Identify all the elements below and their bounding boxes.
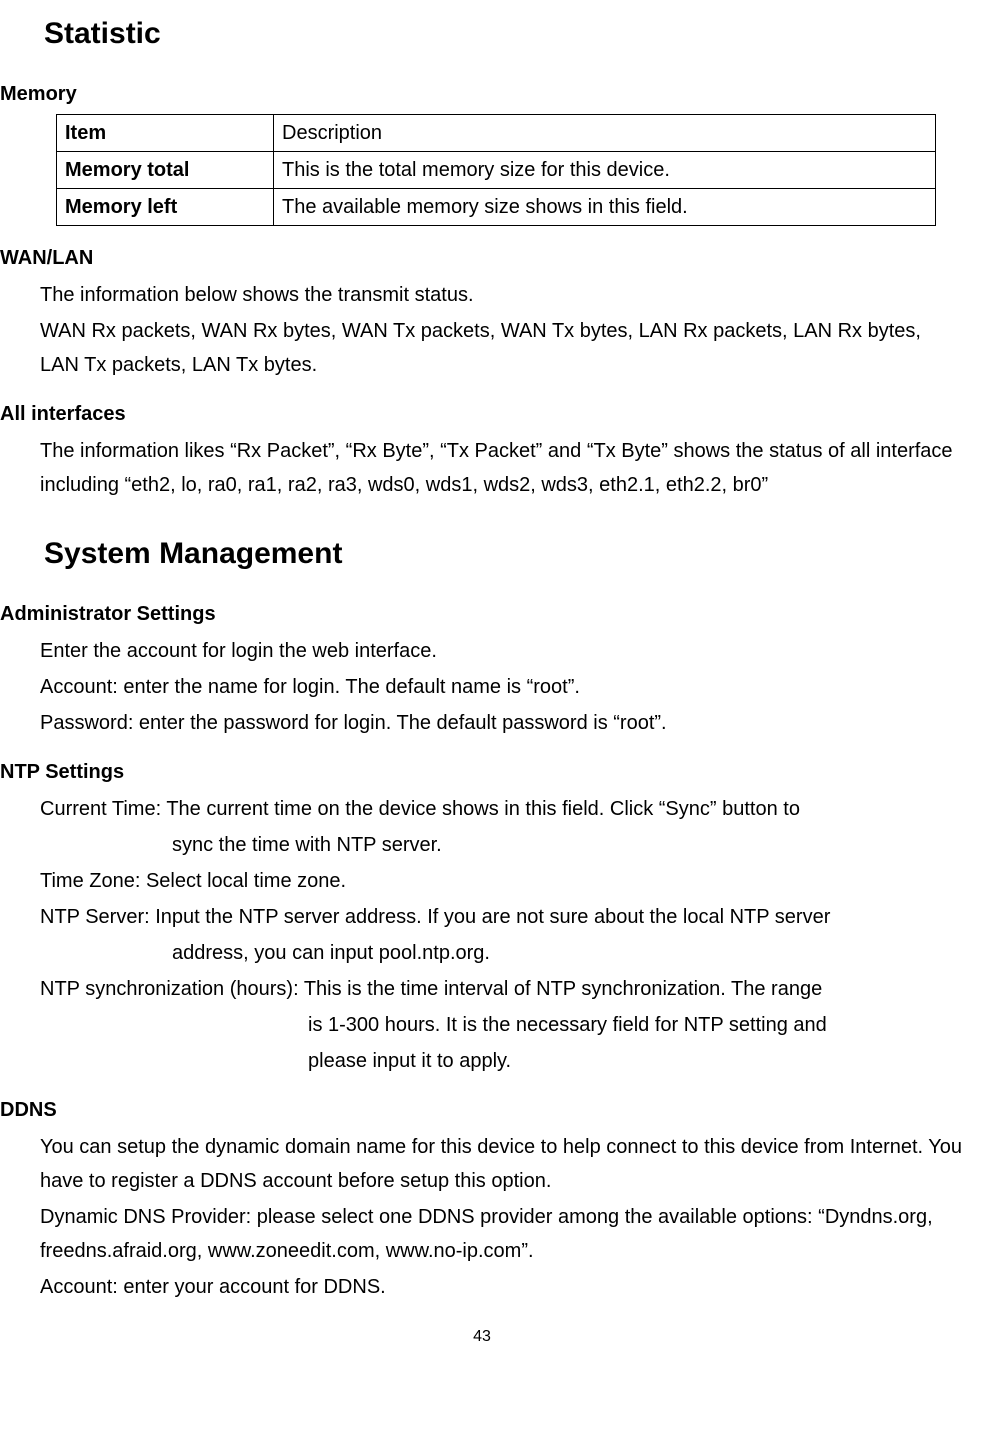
ntp-sync-3: please input it to apply. xyxy=(308,1044,964,1078)
heading-system-management: System Management xyxy=(44,530,964,578)
table-cell-item: Memory total xyxy=(57,152,274,189)
table-header-item: Item xyxy=(57,115,274,152)
ddns-text-3: Account: enter your account for DDNS. xyxy=(40,1270,964,1304)
table-header-desc: Description xyxy=(274,115,936,152)
ntp-sync-1: NTP synchronization (hours): This is the… xyxy=(40,972,964,1006)
table-row: Memory total This is the total memory si… xyxy=(57,152,936,189)
wanlan-text-2: WAN Rx packets, WAN Rx bytes, WAN Tx pac… xyxy=(40,314,964,382)
admin-text-2: Account: enter the name for login. The d… xyxy=(40,670,964,704)
wanlan-text-1: The information below shows the transmit… xyxy=(40,278,964,312)
table-row: Item Description xyxy=(57,115,936,152)
table-cell-desc: This is the total memory size for this d… xyxy=(274,152,936,189)
admin-text-3: Password: enter the password for login. … xyxy=(40,706,964,740)
ntp-sync-2: is 1-300 hours. It is the necessary fiel… xyxy=(308,1008,964,1042)
admin-text-1: Enter the account for login the web inte… xyxy=(40,634,964,668)
page-number: 43 xyxy=(0,1324,964,1350)
heading-memory: Memory xyxy=(0,78,964,110)
ntp-server-1: NTP Server: Input the NTP server address… xyxy=(40,900,964,934)
memory-table: Item Description Memory total This is th… xyxy=(56,114,936,226)
ntp-current-time-2: sync the time with NTP server. xyxy=(172,828,964,862)
ntp-timezone: Time Zone: Select local time zone. xyxy=(40,864,964,898)
ntp-server-2: address, you can input pool.ntp.org. xyxy=(172,936,964,970)
heading-statistic: Statistic xyxy=(44,10,964,58)
heading-ddns: DDNS xyxy=(0,1094,964,1126)
table-cell-item: Memory left xyxy=(57,189,274,226)
ntp-current-time-1: Current Time: The current time on the de… xyxy=(40,792,964,826)
ddns-text-2: Dynamic DNS Provider: please select one … xyxy=(40,1200,964,1268)
heading-ntp-settings: NTP Settings xyxy=(0,756,964,788)
table-row: Memory left The available memory size sh… xyxy=(57,189,936,226)
heading-admin-settings: Administrator Settings xyxy=(0,598,964,630)
table-cell-desc: The available memory size shows in this … xyxy=(274,189,936,226)
heading-wanlan: WAN/LAN xyxy=(0,242,964,274)
ddns-text-1: You can setup the dynamic domain name fo… xyxy=(40,1130,964,1198)
all-interfaces-text: The information likes “Rx Packet”, “Rx B… xyxy=(40,434,964,502)
heading-all-interfaces: All interfaces xyxy=(0,398,964,430)
